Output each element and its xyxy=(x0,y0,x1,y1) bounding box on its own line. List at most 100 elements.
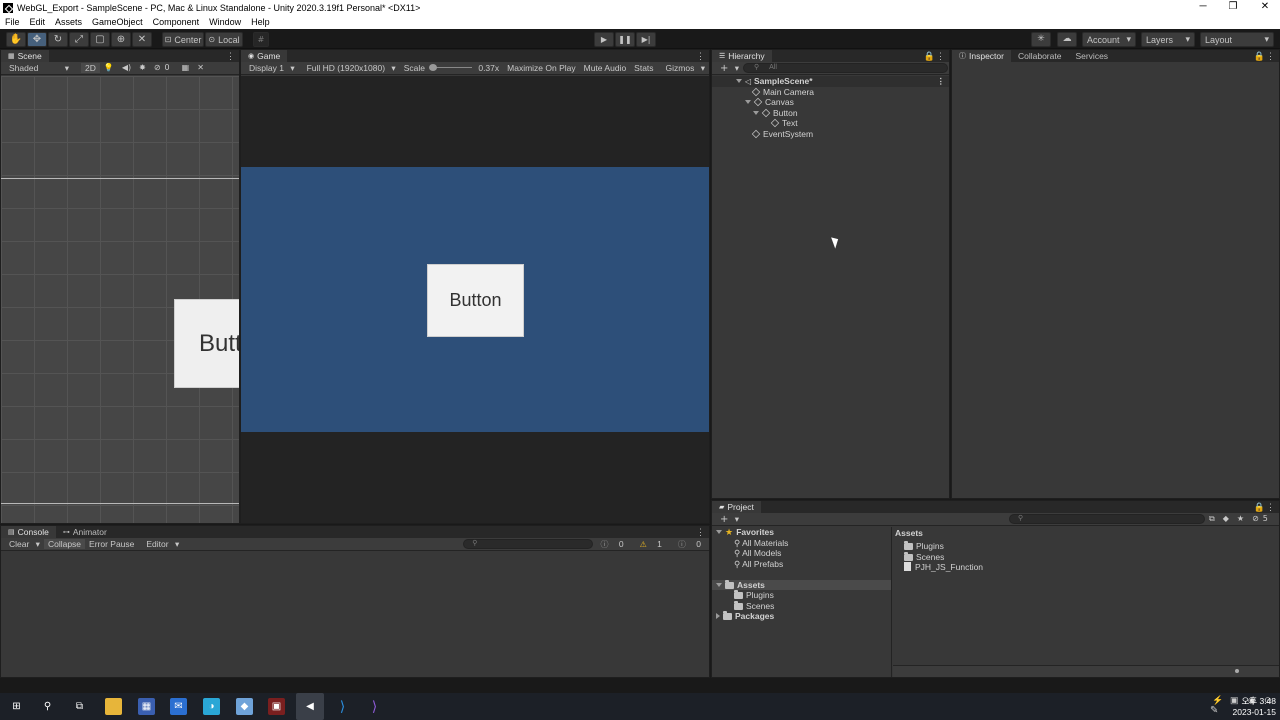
project-search-input[interactable]: ⚲ xyxy=(1009,514,1206,524)
effects-icon[interactable]: ✸ xyxy=(135,64,150,72)
tab-console[interactable]: ▤ Console xyxy=(1,526,56,538)
play-button[interactable]: ▶ xyxy=(594,32,614,47)
hidden-packages-icon[interactable]: ⊘ 5 xyxy=(1248,515,1276,523)
pause-button[interactable]: ❚❚ xyxy=(615,32,635,47)
shading-mode-dropdown[interactable]: Shaded ▾ xyxy=(1,63,77,74)
tab-scene[interactable]: ▦ Scene xyxy=(1,50,49,62)
hand-tool-button[interactable]: ✋ xyxy=(6,32,26,47)
file-item-pjh-js-function[interactable]: PJH_JS_Function xyxy=(893,562,1279,573)
grid-snap-button[interactable]: # xyxy=(253,32,269,47)
more-options-icon[interactable]: ⋮ xyxy=(1266,50,1275,62)
mail-icon[interactable]: ✉ xyxy=(170,698,187,715)
tree-item-canvas[interactable]: Canvas xyxy=(712,97,949,108)
project-breadcrumb[interactable]: Assets xyxy=(893,528,1279,539)
scale-tool-button[interactable]: ⤢ xyxy=(69,32,89,47)
layout-dropdown[interactable]: Layout ▾ xyxy=(1200,32,1274,47)
tools-icon[interactable]: ✕ xyxy=(193,64,208,72)
stats-toggle[interactable]: Stats xyxy=(630,63,657,73)
file-item-plugins[interactable]: Plugins xyxy=(893,541,1279,552)
vscode-icon[interactable]: ⟩ xyxy=(334,698,351,715)
search-icon[interactable]: ⚲ xyxy=(39,698,56,715)
move-tool-button[interactable]: ✥ xyxy=(27,32,47,47)
create-dropdown[interactable]: + ▾ xyxy=(712,63,743,74)
favorite-all-prefabs[interactable]: ⚲ All Prefabs xyxy=(712,559,891,570)
task-view-icon[interactable]: ⧉ xyxy=(71,698,88,715)
minimize-button[interactable]: ─ xyxy=(1188,0,1218,15)
gizmos-dropdown[interactable]: Gizmos ▾ xyxy=(658,63,709,74)
menu-component[interactable]: Component xyxy=(148,17,205,27)
icon-size-slider[interactable] xyxy=(1235,669,1239,673)
cloud-button[interactable]: ☁ xyxy=(1057,32,1077,47)
favorite-all-materials[interactable]: ⚲ All Materials xyxy=(712,538,891,549)
error-filter-toggle[interactable]: ⓘ 0 xyxy=(670,539,709,549)
app-icon[interactable]: ▣ xyxy=(268,698,285,715)
game-button[interactable]: Button xyxy=(427,264,524,337)
lock-icon[interactable]: 🔒 xyxy=(1254,50,1265,62)
file-item-scenes[interactable]: Scenes xyxy=(893,551,1279,563)
favorite-all-models[interactable]: ⚲ All Models xyxy=(712,548,891,559)
grid-visibility-icon[interactable]: ▦ xyxy=(178,64,194,72)
step-button[interactable]: ▶| xyxy=(636,32,656,47)
editor-dropdown[interactable]: Editor ▾ xyxy=(138,539,183,550)
expand-arrow-icon[interactable] xyxy=(753,110,759,115)
display-dropdown[interactable]: Display 1 ▾ xyxy=(241,63,299,74)
more-options-icon[interactable]: ⋮ xyxy=(696,50,705,62)
console-search-input[interactable]: ⚲ xyxy=(463,539,593,549)
tree-item-button[interactable]: Button xyxy=(712,108,949,119)
rect-tool-button[interactable]: ▢ xyxy=(90,32,110,47)
pivot-center-toggle[interactable]: ⊡ Center xyxy=(162,32,204,47)
app-icon[interactable]: ◆ xyxy=(236,698,253,715)
error-pause-toggle[interactable]: Error Pause xyxy=(85,539,138,549)
collapse-arrow-icon[interactable] xyxy=(716,613,720,619)
mute-audio-toggle[interactable]: Mute Audio xyxy=(580,63,631,73)
hidden-objects-icon[interactable]: ⊘ 0 xyxy=(150,64,178,72)
game-viewport[interactable]: Button xyxy=(241,76,709,523)
tree-favorites[interactable]: ★ Favorites xyxy=(712,527,891,538)
scale-slider[interactable] xyxy=(428,63,474,73)
pivot-space-toggle[interactable]: ⊙ Local xyxy=(205,32,243,47)
audio-icon[interactable]: ◀) xyxy=(118,64,135,72)
filter-type-icon[interactable]: ⧉ xyxy=(1205,515,1219,523)
tab-game[interactable]: ◉ Game xyxy=(241,50,288,62)
more-options-icon[interactable]: ⋮ xyxy=(1266,501,1275,513)
pen-icon[interactable]: ✎ xyxy=(1210,705,1218,716)
more-options-icon[interactable]: ⋮ xyxy=(226,50,235,62)
tree-plugins[interactable]: Plugins xyxy=(712,590,891,601)
more-options-icon[interactable]: ⋮ xyxy=(696,526,705,538)
hierarchy-search-input[interactable]: ⚲ All xyxy=(743,63,949,73)
store-icon[interactable]: ▦ xyxy=(138,698,155,715)
tree-item-main-camera[interactable]: Main Camera xyxy=(712,87,949,98)
visual-studio-icon[interactable]: ⟩ xyxy=(366,698,383,715)
file-explorer-icon[interactable] xyxy=(105,698,122,715)
lock-icon[interactable]: 🔒 xyxy=(924,50,935,62)
tree-assets[interactable]: Assets xyxy=(712,579,891,590)
custom-tool-button[interactable]: ✕ xyxy=(132,32,152,47)
clock[interactable]: 오후 3:48 2023-01-15 xyxy=(1228,696,1276,718)
favorite-star-icon[interactable]: ★ xyxy=(1233,515,1248,523)
more-options-icon[interactable]: ⋮ xyxy=(936,50,945,62)
tree-item-eventsystem[interactable]: EventSystem xyxy=(712,129,949,140)
lighting-icon[interactable]: 💡 xyxy=(100,64,118,72)
menu-file[interactable]: File xyxy=(0,17,25,27)
unity-taskbar-icon[interactable]: ◀ xyxy=(296,693,324,720)
layers-dropdown[interactable]: Layers ▾ xyxy=(1141,32,1195,47)
collab-button[interactable]: ✳ xyxy=(1031,32,1051,47)
scene-viewport[interactable]: Butt xyxy=(1,76,239,523)
transform-tool-button[interactable]: ⊕ xyxy=(111,32,131,47)
console-log-area[interactable] xyxy=(1,552,709,677)
menu-assets[interactable]: Assets xyxy=(50,17,87,27)
tree-scenes[interactable]: Scenes xyxy=(712,600,891,612)
warning-filter-toggle[interactable]: ⚠ 1 xyxy=(632,539,670,549)
tree-packages[interactable]: Packages xyxy=(712,611,891,622)
slider-thumb[interactable] xyxy=(428,64,437,71)
rotate-tool-button[interactable]: ↻ xyxy=(48,32,68,47)
scene-button-object[interactable]: Butt xyxy=(174,299,239,388)
teams-icon[interactable]: ◑ xyxy=(203,698,220,715)
close-button[interactable]: ✕ xyxy=(1250,0,1280,15)
windows-start-icon[interactable]: ⊞ xyxy=(8,698,25,715)
menu-window[interactable]: Window xyxy=(204,17,246,27)
account-dropdown[interactable]: Account ▾ xyxy=(1082,32,1136,47)
tab-hierarchy[interactable]: ☰ Hierarchy xyxy=(712,50,772,62)
tab-collaborate[interactable]: Collaborate xyxy=(1011,50,1068,62)
expand-arrow-icon[interactable] xyxy=(745,100,751,104)
